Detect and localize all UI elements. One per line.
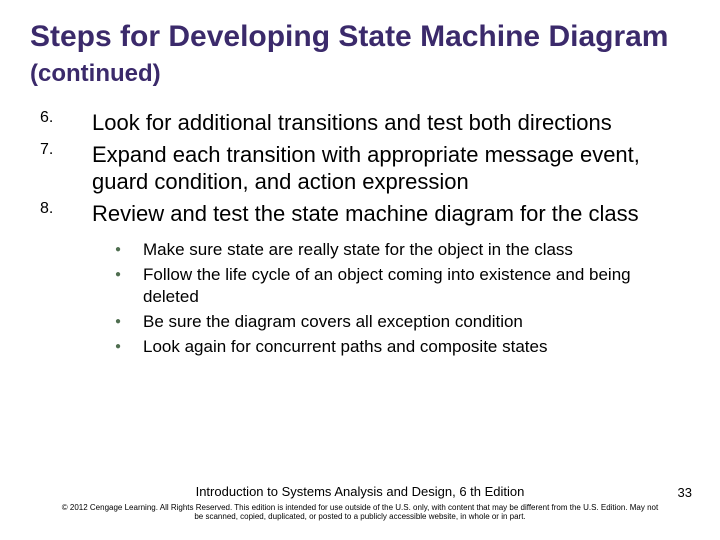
bullet-text: Look again for concurrent paths and comp…: [143, 336, 547, 357]
title-continued: (continued): [30, 60, 161, 87]
item-text: Review and test the state machine diagra…: [92, 200, 639, 228]
list-item: 6. Look for additional transitions and t…: [40, 109, 690, 137]
footer-book-title: Introduction to Systems Analysis and Des…: [0, 484, 720, 499]
bullet-list: ● Make sure state are really state for t…: [115, 239, 690, 357]
list-item: 7. Expand each transition with appropria…: [40, 141, 690, 196]
list-item: ● Look again for concurrent paths and co…: [115, 336, 690, 357]
item-number: 8.: [40, 200, 92, 228]
bullet-icon: ●: [115, 239, 143, 260]
item-text: Look for additional transitions and test…: [92, 109, 612, 137]
bullet-text: Follow the life cycle of an object comin…: [143, 264, 690, 307]
footer-copyright: © 2012 Cengage Learning. All Rights Rese…: [0, 503, 720, 522]
bullet-text: Make sure state are really state for the…: [143, 239, 573, 260]
bullet-icon: ●: [115, 336, 143, 357]
list-item: 8. Review and test the state machine dia…: [40, 200, 690, 228]
bullet-icon: ●: [115, 311, 143, 332]
item-text: Expand each transition with appropriate …: [92, 141, 690, 196]
list-item: ● Be sure the diagram covers all excepti…: [115, 311, 690, 332]
item-number: 7.: [40, 141, 92, 196]
bullet-icon: ●: [115, 264, 143, 307]
item-number: 6.: [40, 109, 92, 137]
list-item: ● Make sure state are really state for t…: [115, 239, 690, 260]
footer: Introduction to Systems Analysis and Des…: [0, 484, 720, 522]
bullet-text: Be sure the diagram covers all exception…: [143, 311, 523, 332]
slide-title: Steps for Developing State Machine Diagr…: [30, 20, 690, 89]
list-item: ● Follow the life cycle of an object com…: [115, 264, 690, 307]
title-main: Steps for Developing State Machine Diagr…: [30, 20, 668, 53]
numbered-list: 6. Look for additional transitions and t…: [40, 109, 690, 227]
